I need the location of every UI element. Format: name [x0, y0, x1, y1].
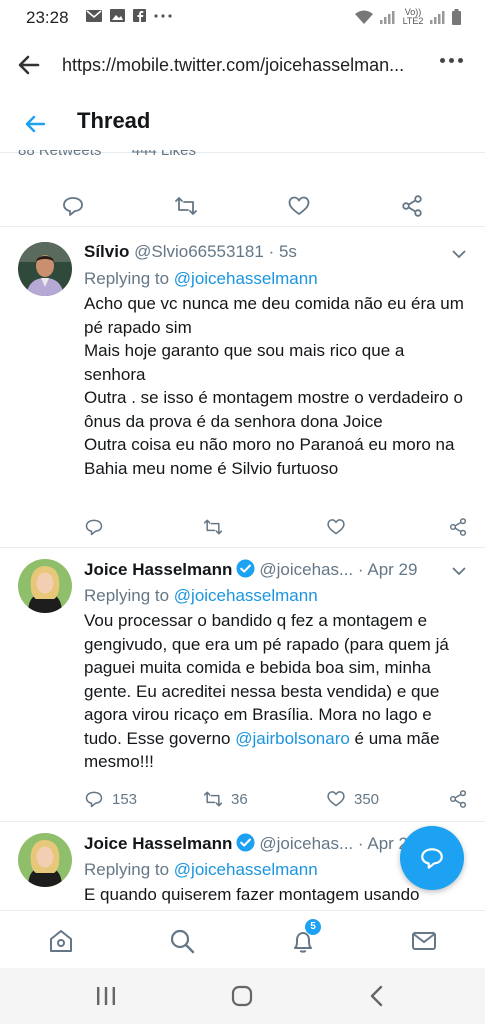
reply-count: 153 [112, 790, 138, 808]
replying-prefix: Replying to [84, 586, 174, 605]
reply-icon [85, 791, 103, 808]
wifi-icon [355, 10, 373, 24]
browser-url-bar: https://mobile.twitter.com/joicehasselma… [0, 36, 485, 94]
gallery-icon [110, 9, 125, 22]
reply-icon [85, 519, 103, 536]
gmail-icon [86, 9, 102, 22]
status-bar: 23:28 Vo)) LTE2 [0, 0, 485, 36]
tweet-actions: 153 36 350 [84, 789, 469, 813]
tweet-joice-1[interactable]: Joice Hasselmann @joicehas... · Apr 29 Re… [0, 549, 485, 822]
reply-icon[interactable] [61, 194, 85, 218]
like-icon[interactable] [287, 194, 311, 218]
page-title: Thread [77, 108, 151, 133]
retweet-icon [203, 791, 223, 807]
back-arrow-icon[interactable] [16, 52, 42, 78]
url-text[interactable]: https://mobile.twitter.com/joicehasselma… [62, 55, 404, 76]
status-system-icons: Vo)) LTE2 [354, 8, 461, 26]
tweet-header: Joice Hasselmann @joicehas... · Apr 29 [84, 833, 418, 853]
system-back-icon[interactable] [368, 985, 386, 1007]
author-handle[interactable]: @Slvio66553181 [134, 242, 264, 261]
reply-action[interactable] [84, 517, 112, 537]
share-icon[interactable] [448, 517, 468, 537]
tweet-text-part: Vou processar o bandido q fez a montagem… [84, 611, 449, 748]
share-icon[interactable] [448, 789, 468, 809]
replying-to: Replying to @joicehasselmann [84, 269, 318, 289]
like-action[interactable]: 350 [326, 789, 379, 809]
thread-header: Thread [0, 94, 485, 153]
tweet-action-bar [0, 186, 485, 227]
tweet-header: Sílvio @Slvio66553181 · 5s [84, 242, 297, 261]
facebook-icon [133, 9, 146, 22]
system-navigation-bar [0, 968, 485, 1024]
battery-icon [452, 9, 461, 25]
bottom-navigation [0, 910, 485, 969]
tweet-text: Acho que vc nunca me deu comida não eu é… [84, 294, 464, 478]
replying-prefix: Replying to [84, 269, 174, 288]
tweet-header: Joice Hasselmann @joicehas... · Apr 29 [84, 559, 418, 579]
retweet-count: 36 [231, 790, 248, 808]
tweet-text: E quando quiserem fazer montagem usando [84, 885, 420, 904]
avatar[interactable] [18, 833, 72, 887]
recent-apps-icon[interactable] [95, 986, 117, 1006]
avatar-silvio [18, 242, 72, 296]
verified-badge-icon [236, 559, 255, 578]
thread-back-icon[interactable] [22, 111, 48, 137]
verified-badge-icon [236, 833, 255, 852]
author-handle[interactable]: @joicehas... [259, 834, 353, 853]
replying-to: Replying to @joicehasselmann [84, 586, 318, 606]
author-name[interactable]: Sílvio [84, 242, 129, 261]
status-time: 23:28 [26, 8, 69, 27]
notifications-badge: 5 [305, 919, 321, 935]
network-label: Vo)) LTE2 [402, 7, 424, 26]
retweet-action[interactable] [203, 517, 231, 537]
home-button-icon[interactable] [231, 985, 253, 1007]
share-icon[interactable] [400, 194, 424, 218]
avatar[interactable] [18, 559, 72, 613]
tweet-text: Vou processar o bandido q fez a montagem… [84, 609, 464, 774]
more-options-icon[interactable] [440, 58, 463, 63]
retweet-action[interactable]: 36 [203, 789, 248, 809]
avatar-joice [18, 833, 72, 887]
compose-tweet-button[interactable] [400, 826, 464, 890]
reply-action[interactable]: 153 [84, 789, 137, 809]
like-icon [327, 519, 345, 535]
signal-icon-2 [430, 11, 445, 24]
tweet-time[interactable]: Apr 29 [367, 560, 417, 579]
search-icon[interactable] [168, 927, 196, 955]
like-count: 350 [354, 790, 380, 808]
chevron-down-icon[interactable] [451, 563, 467, 579]
retweet-icon[interactable] [174, 194, 198, 218]
more-notifications-icon [154, 13, 172, 18]
messages-mail-icon[interactable] [410, 927, 438, 955]
like-action[interactable] [326, 517, 354, 537]
retweet-icon [203, 519, 223, 535]
compose-reply-icon [421, 848, 443, 869]
status-notification-icons [86, 9, 172, 22]
tweet-reply-silvio[interactable]: Sílvio @Slvio66553181 · 5s Replying to @… [0, 232, 485, 548]
author-name[interactable]: Joice Hasselmann [84, 834, 232, 853]
author-handle[interactable]: @joicehas... [259, 560, 353, 579]
replying-to-mention[interactable]: @joicehasselmann [174, 586, 318, 605]
replying-to-mention[interactable]: @joicehasselmann [174, 860, 318, 879]
tweet-time[interactable]: 5s [279, 242, 297, 261]
chevron-down-icon[interactable] [451, 246, 467, 262]
home-icon[interactable] [47, 927, 75, 955]
replying-to: Replying to @joicehasselmann [84, 860, 318, 880]
author-name[interactable]: Joice Hasselmann [84, 560, 232, 579]
tweet-actions [84, 517, 469, 541]
replying-to-mention[interactable]: @joicehasselmann [174, 269, 318, 288]
signal-icon [380, 11, 395, 24]
avatar-joice [18, 559, 72, 613]
like-icon [327, 791, 345, 807]
avatar[interactable] [18, 242, 72, 296]
mention-link[interactable]: @jairbolsonaro [235, 729, 350, 748]
replying-prefix: Replying to [84, 860, 174, 879]
